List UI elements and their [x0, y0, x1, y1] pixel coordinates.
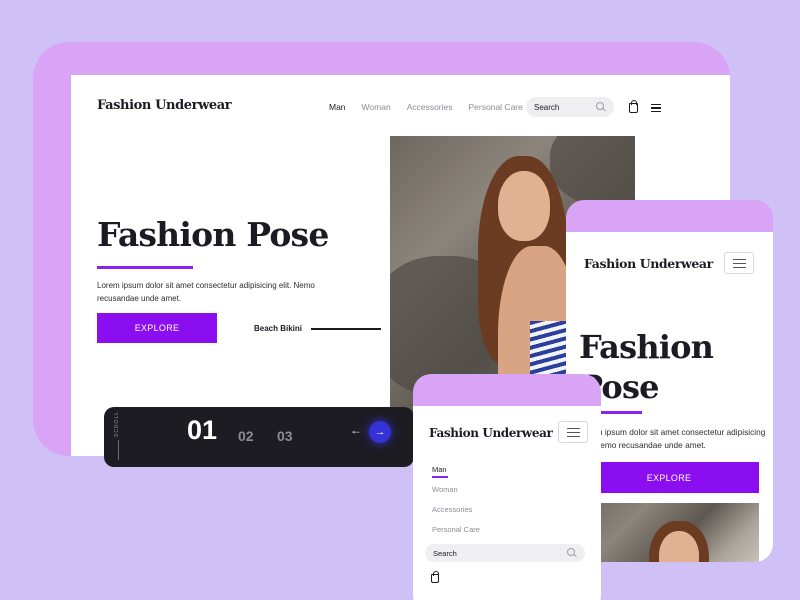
arrow-left-icon[interactable]: ← — [350, 423, 362, 437]
explore-button[interactable]: EXPLORE — [97, 313, 217, 343]
search-input[interactable]: Search — [526, 97, 614, 117]
hamburger-menu-icon[interactable] — [724, 252, 754, 274]
search-input[interactable]: Search — [425, 544, 585, 562]
nav-item-accessories[interactable]: Accessories — [432, 505, 480, 525]
nav-item-personal-care[interactable]: Personal Care — [469, 102, 523, 112]
scroll-label: SCROLL — [114, 410, 120, 437]
hero-description: Lorem ipsum dolor sit amet consectetur a… — [97, 281, 315, 303]
hero-title: Fashion Pose — [579, 328, 714, 406]
nav-item-woman[interactable]: Woman — [362, 102, 391, 112]
arrow-right-icon[interactable]: → — [369, 421, 391, 443]
phone-bottom-mockup: Fashion Underwear Man Woman Accessories … — [413, 374, 601, 600]
brand-logo[interactable]: Fashion Underwear — [584, 256, 713, 271]
slider-controls: SCROLL 01 02 03 ← → — [104, 407, 414, 467]
slide-number-third[interactable]: 03 — [277, 428, 293, 444]
beach-bikini-line — [311, 328, 381, 330]
search-placeholder: Search — [534, 102, 560, 112]
nav-item-personal-care[interactable]: Personal Care — [432, 525, 480, 545]
nav-item-accessories[interactable]: Accessories — [407, 102, 453, 112]
search-icon[interactable] — [567, 548, 577, 558]
beach-bikini-link[interactable]: Beach Bikini — [254, 324, 302, 333]
explore-button[interactable]: EXPLORE — [579, 462, 759, 493]
nav-item-man[interactable]: Man — [432, 465, 480, 485]
nav-item-woman[interactable]: Woman — [432, 485, 480, 505]
shopping-bag-icon[interactable] — [431, 571, 439, 583]
main-nav: Man Woman Accessories Personal Care — [329, 102, 523, 112]
hero-title: Fashion Pose — [97, 215, 329, 254]
nav-item-man[interactable]: Man — [329, 102, 346, 112]
scroll-line — [118, 440, 119, 460]
hamburger-menu-icon[interactable] — [558, 421, 588, 443]
hero-photo — [579, 503, 759, 562]
slide-number-current[interactable]: 01 — [187, 415, 217, 446]
hamburger-menu-icon[interactable] — [651, 104, 661, 113]
phone-bottom-screen: Fashion Underwear Man Woman Accessories … — [413, 406, 601, 600]
slide-number-next[interactable]: 02 — [238, 428, 254, 444]
shopping-bag-icon[interactable] — [629, 100, 638, 113]
mobile-nav: Man Woman Accessories Personal Care — [432, 465, 480, 545]
search-icon[interactable] — [596, 102, 606, 112]
hero-description: Lorem ipsum dolor sit amet consectetur a… — [579, 427, 766, 450]
brand-logo[interactable]: Fashion Underwear — [429, 426, 553, 440]
brand-logo[interactable]: Fashion Underwear — [97, 98, 232, 113]
hero-underline — [97, 266, 193, 269]
search-placeholder: Search — [433, 548, 457, 558]
